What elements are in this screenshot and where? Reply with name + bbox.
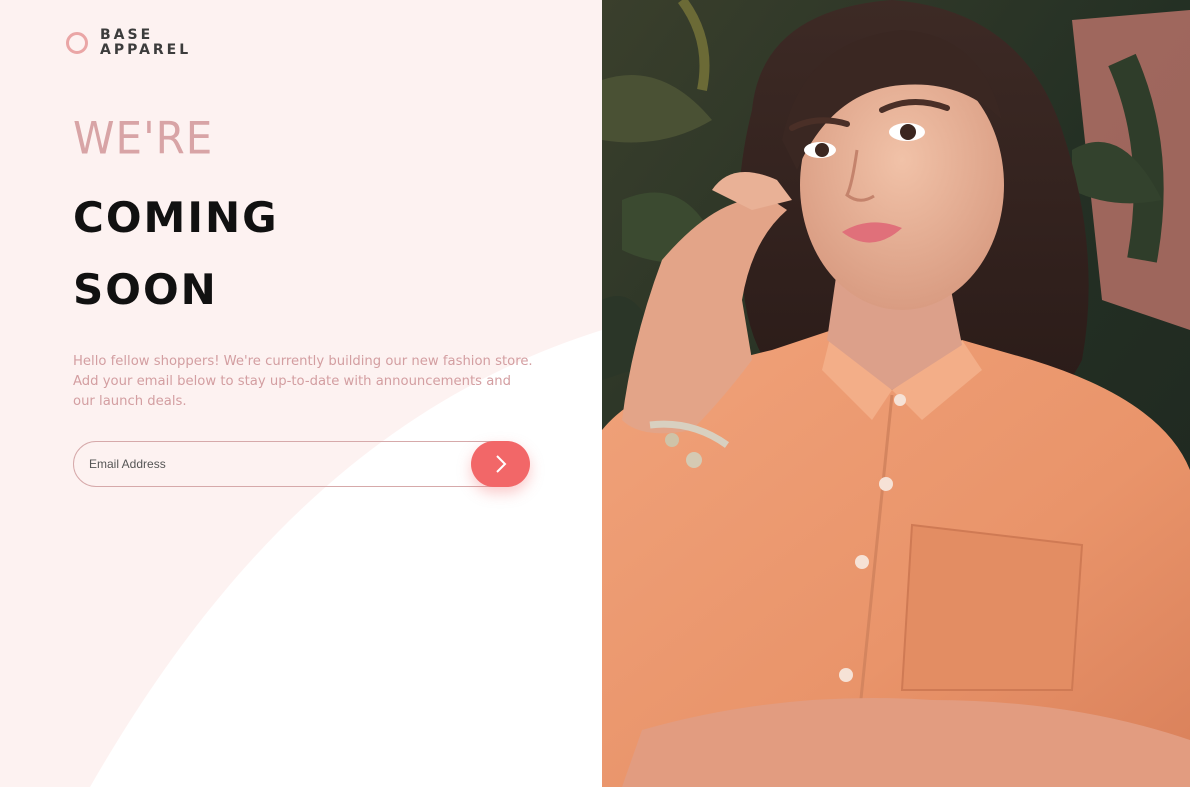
hero-heading-line-2: COMING [73,193,279,242]
intro-text: Hello fellow shoppers! We're currently b… [73,354,533,409]
hero-heading-line-3: SOON [73,265,218,314]
page: BASE APPAREL WE'RE COMING SOON Hello fel… [0,0,1190,787]
submit-button[interactable] [471,441,530,487]
brand-name: BASE APPAREL [100,28,191,58]
subscribe-form [73,441,530,487]
content-panel: BASE APPAREL WE'RE COMING SOON Hello fel… [0,0,602,787]
hero-heading-light: WE'RE [73,112,214,165]
hero-photo-image [602,0,1190,787]
hero-photo [602,0,1190,787]
brand-line-1: BASE [100,27,154,43]
hero-heading: WE'RE COMING SOON [73,112,279,326]
ring-logo-icon [66,32,88,54]
brand-logo[interactable]: BASE APPAREL [66,28,191,58]
chevron-right-icon [495,455,506,473]
brand-line-2: APPAREL [100,42,192,58]
email-input[interactable] [73,441,529,487]
